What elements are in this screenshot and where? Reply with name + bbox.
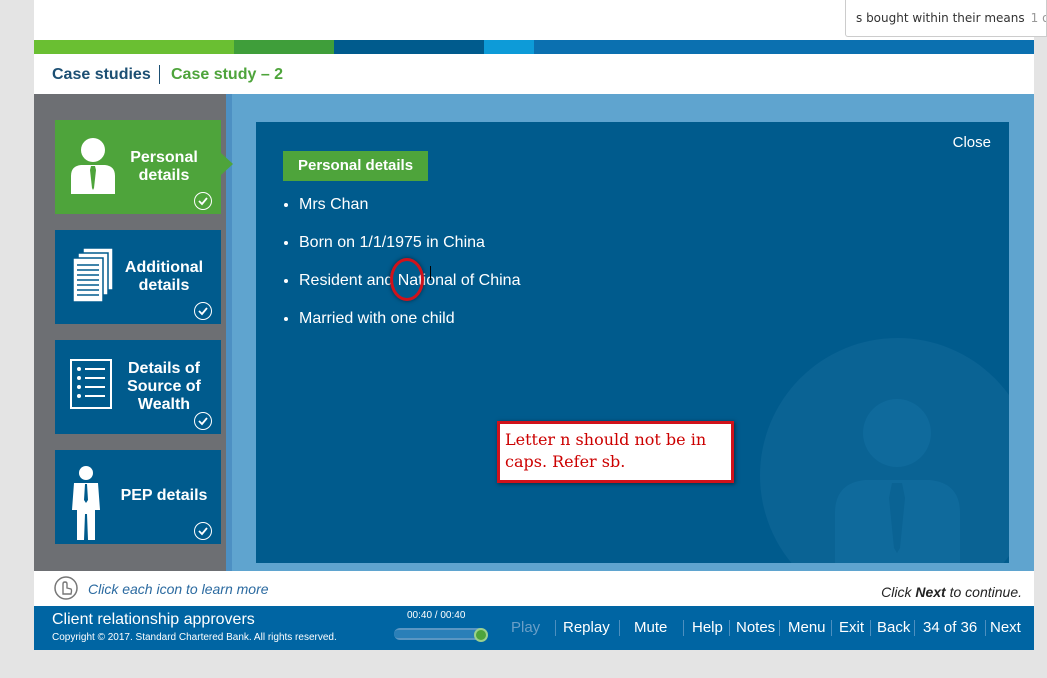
divider (779, 620, 780, 636)
brand-stripe-5 (534, 40, 1034, 54)
divider (683, 620, 684, 636)
divider (555, 620, 556, 636)
check-circle-icon (194, 412, 212, 430)
close-button[interactable]: Close (953, 134, 991, 151)
progress-knob[interactable] (474, 628, 488, 642)
tile-label: Additional details (124, 259, 204, 294)
divider (831, 620, 832, 636)
background-person-icon (760, 338, 1009, 563)
player-footer: Client relationship approvers Copyright … (34, 606, 1034, 650)
tile-additional-details[interactable]: Additional details (55, 230, 221, 324)
help-button[interactable]: Help (692, 619, 723, 636)
tile-label: PEP details (120, 487, 208, 504)
notes-button[interactable]: Notes (736, 619, 775, 636)
standing-person-icon (69, 466, 103, 545)
timer: 00:40 / 00:40 (407, 610, 466, 621)
exit-button[interactable]: Exit (839, 619, 864, 636)
progress-slider[interactable] (394, 628, 488, 642)
page-counter: 34 of 36 (923, 619, 978, 636)
continue-hint-suffix: to continue. (945, 584, 1022, 600)
divider (985, 620, 986, 636)
instruction-bar: Click each icon to learn more Click Next… (34, 571, 1034, 606)
divider (729, 620, 730, 636)
tile-personal-details[interactable]: Personal details (55, 120, 221, 214)
hand-tap-icon (54, 575, 78, 606)
documents-icon (69, 246, 117, 311)
continue-hint-prefix: Click (881, 584, 916, 600)
play-button[interactable]: Play (511, 619, 540, 636)
review-highlight-ellipse (390, 258, 424, 301)
tile-pep-details[interactable]: PEP details (55, 450, 221, 544)
divider (870, 620, 871, 636)
brand-stripe-3 (334, 40, 484, 54)
text-cursor-icon (430, 266, 431, 280)
find-count: 1 of 1 (1030, 11, 1046, 25)
course-title: Client relationship approvers (52, 611, 255, 628)
breadcrumb-separator (159, 65, 160, 84)
breadcrumb-parent[interactable]: Case studies (52, 66, 151, 84)
continue-hint-bold: Next (915, 584, 946, 600)
instruction-text: Click each icon to learn more (88, 581, 269, 597)
next-button[interactable]: Next (990, 619, 1021, 636)
checklist-icon (69, 358, 115, 415)
find-query[interactable]: s bought within their means (856, 11, 1025, 25)
tile-label: Personal details (130, 149, 198, 184)
list-item: Born on 1/1/1975 in China (299, 233, 520, 252)
continue-hint: Click Next to continue. (881, 584, 1022, 600)
menu-button[interactable]: Menu (788, 619, 826, 636)
check-circle-icon (194, 302, 212, 320)
review-comment: Letter n should not be in caps. Refer sb… (497, 421, 734, 483)
breadcrumb-current: Case study – 2 (171, 66, 284, 83)
details-popup: Close Personal details Mrs Chan Born on … (256, 122, 1009, 563)
copyright: Copyright © 2017. Standard Chartered Ban… (52, 632, 337, 643)
tile-label: Details of Source of Wealth (127, 360, 201, 413)
brand-stripe-4 (484, 40, 534, 54)
find-bar[interactable]: s bought within their means 1 of 1 (845, 0, 1047, 37)
popup-title: Personal details (283, 151, 429, 181)
tile-source-of-wealth[interactable]: Details of Source of Wealth (55, 340, 221, 434)
brand-stripe-2 (234, 40, 334, 54)
divider (914, 620, 915, 636)
back-button[interactable]: Back (877, 619, 910, 636)
replay-button[interactable]: Replay (563, 619, 610, 636)
divider (619, 620, 620, 636)
brand-stripe-1 (34, 40, 234, 54)
check-circle-icon (194, 192, 212, 210)
check-circle-icon (194, 522, 212, 540)
active-tile-pointer (221, 153, 233, 175)
person-icon (69, 136, 117, 199)
content-stage: Personal details Additional details Deta… (34, 94, 1034, 571)
list-item: Mrs Chan (299, 195, 520, 214)
mute-button[interactable]: Mute (634, 619, 667, 636)
progress-fill (394, 630, 486, 638)
list-item: Married with one child (299, 309, 520, 328)
breadcrumb: Case studies Case study – 2 (34, 54, 1034, 94)
